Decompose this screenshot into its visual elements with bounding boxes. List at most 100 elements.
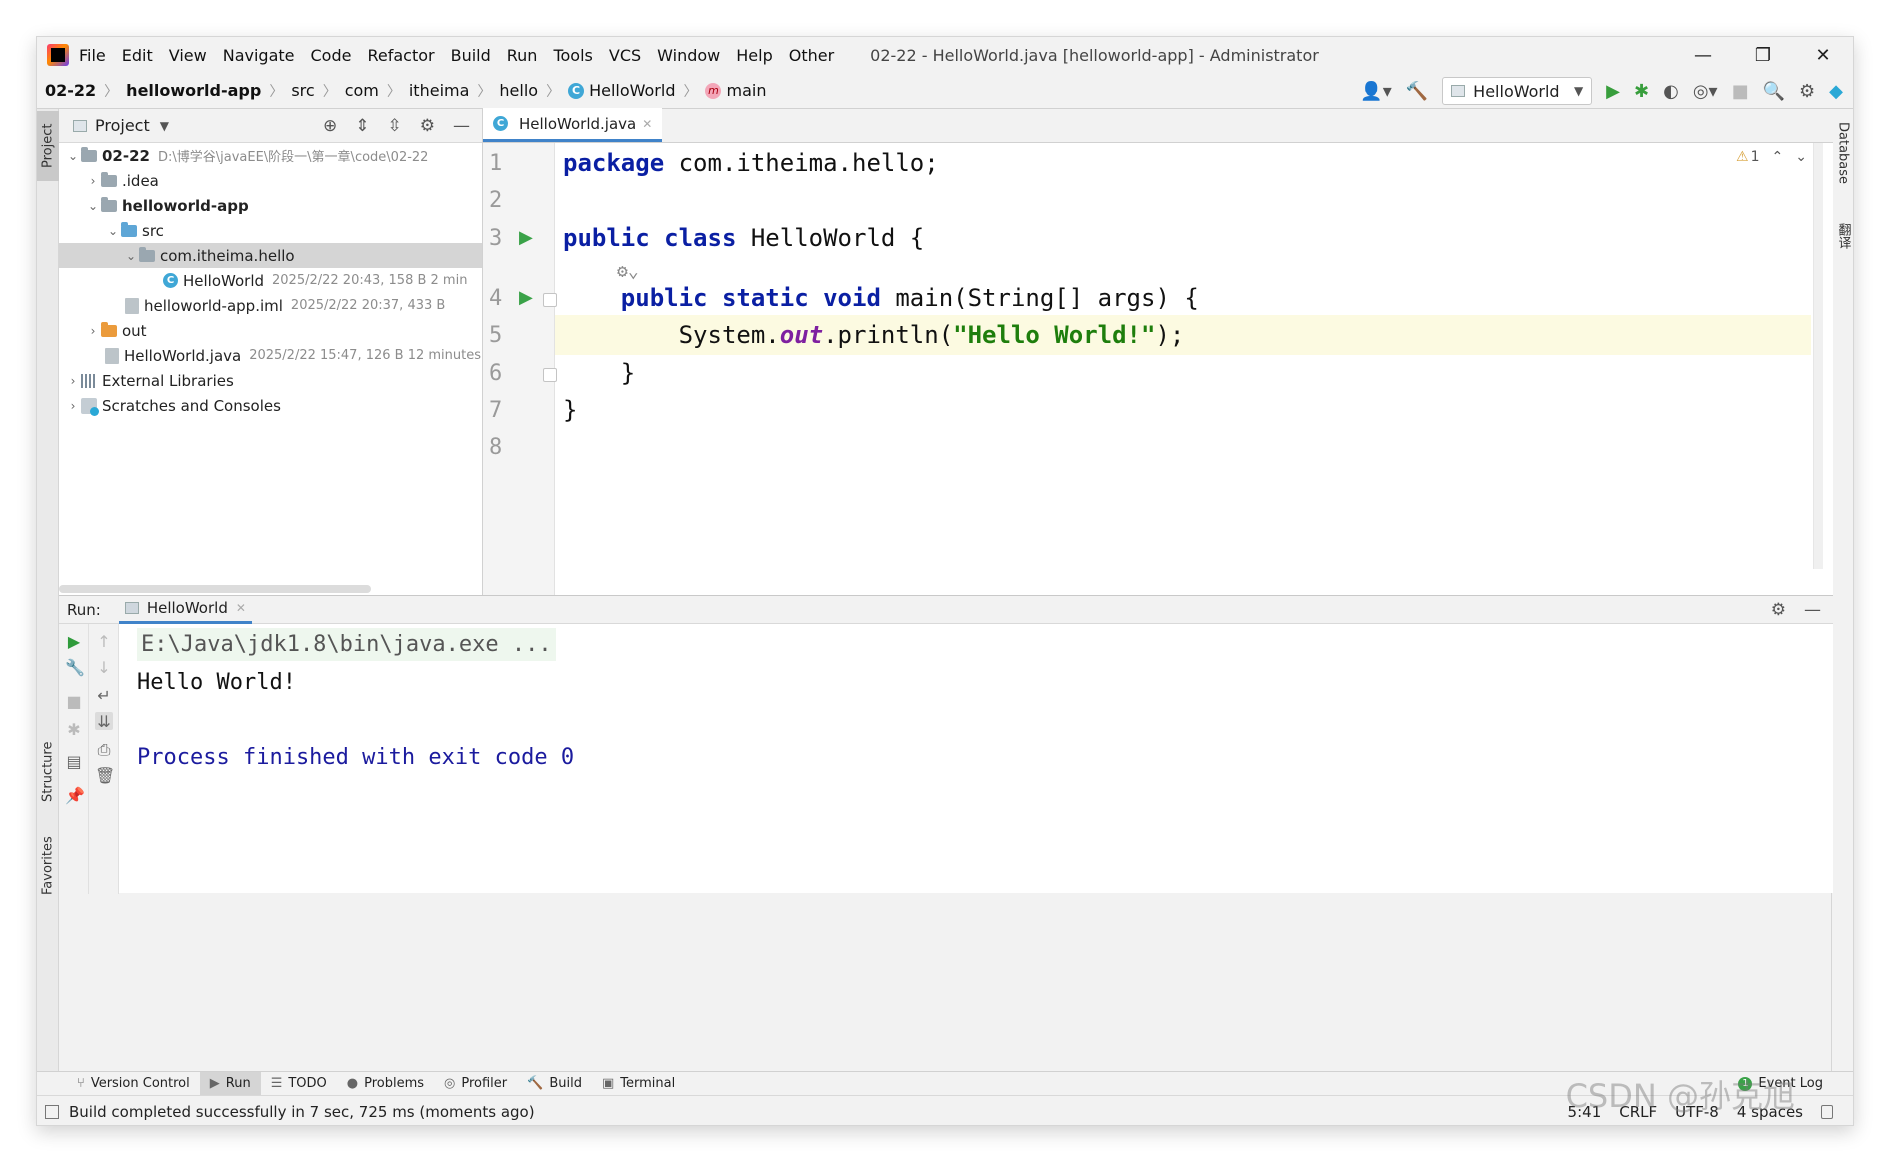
tree-item-java-file[interactable]: HelloWorld.java 2025/2/22 15:47, 126 B 1… xyxy=(59,343,482,368)
chevron-up-icon[interactable]: ⌃ xyxy=(1772,149,1784,165)
profiler-tab[interactable]: ◎ Profiler xyxy=(434,1072,517,1096)
restore-button[interactable]: ❐ xyxy=(1733,37,1793,73)
breadcrumb-module[interactable]: helloworld-app xyxy=(126,81,261,100)
code-area[interactable]: package com.itheima.hello; public class … xyxy=(555,143,1811,595)
menu-navigate[interactable]: Navigate xyxy=(223,46,295,65)
coverage-icon[interactable]: ◐ xyxy=(1663,81,1679,102)
menu-vcs[interactable]: VCS xyxy=(609,46,641,65)
menu-refactor[interactable]: Refactor xyxy=(367,46,434,65)
editor-tab-helloworld[interactable]: C HelloWorld.java ✕ xyxy=(483,108,663,142)
status-toggle-icon[interactable] xyxy=(45,1104,59,1119)
close-tab-icon[interactable]: ✕ xyxy=(236,601,246,615)
menu-build[interactable]: Build xyxy=(451,46,491,65)
run-icon[interactable]: ▶ xyxy=(1606,81,1620,102)
gear-icon[interactable]: ⚙ xyxy=(1771,600,1786,620)
search-icon[interactable]: 🔍 xyxy=(1763,81,1785,102)
scroll-to-end-icon[interactable]: ⇊ xyxy=(95,712,113,731)
collapse-all-icon[interactable]: ⇳ xyxy=(388,116,402,136)
tree-item-package[interactable]: ⌄ com.itheima.hello xyxy=(59,243,482,268)
favorites-tool-tab[interactable]: Favorites xyxy=(37,821,59,911)
menu-edit[interactable]: Edit xyxy=(122,46,153,65)
debug-icon[interactable]: ✱ xyxy=(65,720,83,739)
inspection-widget[interactable]: ⚠ 1 ⌃ ⌄ xyxy=(1736,149,1807,165)
tree-item-idea[interactable]: › .idea xyxy=(59,168,482,193)
trash-icon[interactable]: 🗑 xyxy=(95,766,115,785)
profile-icon[interactable]: ◎▾ xyxy=(1693,81,1718,102)
menu-other[interactable]: Other xyxy=(789,46,834,65)
arrow-down-icon[interactable]: ↓ xyxy=(95,658,113,677)
project-tool-tab[interactable]: Project xyxy=(37,111,59,181)
menu-tools[interactable]: Tools xyxy=(553,46,592,65)
chevron-right-icon[interactable]: › xyxy=(65,374,81,388)
menu-file[interactable]: File xyxy=(79,46,106,65)
tree-item-scratches[interactable]: › Scratches and Consoles xyxy=(59,393,482,418)
tree-item-class[interactable]: C HelloWorld 2025/2/22 20:43, 158 B 2 mi… xyxy=(59,268,482,293)
chevron-right-icon[interactable]: › xyxy=(85,174,101,188)
menu-window[interactable]: Window xyxy=(657,46,720,65)
locate-icon[interactable]: ⊕ xyxy=(323,116,337,136)
chevron-right-icon[interactable]: › xyxy=(65,399,81,413)
tree-item-iml[interactable]: helloworld-app.iml 2025/2/22 20:37, 433 … xyxy=(59,293,482,318)
toolbox-icon[interactable]: ◆ xyxy=(1829,81,1843,102)
close-button[interactable]: ✕ xyxy=(1793,37,1853,73)
tree-item-external-libraries[interactable]: › External Libraries xyxy=(59,368,482,393)
horizontal-scrollbar[interactable] xyxy=(59,585,371,593)
stop-icon[interactable]: ■ xyxy=(65,692,83,711)
chevron-down-icon[interactable]: ⌄ xyxy=(123,249,139,263)
menu-help[interactable]: Help xyxy=(736,46,772,65)
translate-tool-tab[interactable]: 翻译 xyxy=(1832,201,1853,271)
settings-gear-icon[interactable]: ⚙ xyxy=(1799,81,1815,102)
run-main-gutter-icon[interactable]: ▶ xyxy=(519,287,533,308)
vertical-scrollbar[interactable] xyxy=(1813,143,1823,569)
chevron-down-icon[interactable]: ⌄ xyxy=(105,224,121,238)
debug-icon[interactable]: ✱ xyxy=(1634,81,1649,102)
user-icon[interactable]: 👤▾ xyxy=(1360,81,1391,102)
hide-icon[interactable]: — xyxy=(1804,600,1821,620)
close-tab-icon[interactable]: ✕ xyxy=(642,117,652,131)
breadcrumb-project[interactable]: 02-22 xyxy=(45,81,96,100)
breadcrumb-itheima[interactable]: itheima xyxy=(409,81,470,100)
chevron-down-icon[interactable]: ⌄ xyxy=(1795,149,1807,165)
breadcrumb-class[interactable]: C HelloWorld xyxy=(568,81,675,100)
breadcrumb-com[interactable]: com xyxy=(345,81,379,100)
tree-item-src[interactable]: ⌄ src xyxy=(59,218,482,243)
hide-icon[interactable]: — xyxy=(453,116,470,136)
breadcrumb-src[interactable]: src xyxy=(291,81,314,100)
pin-icon[interactable]: 📌 xyxy=(65,786,85,805)
status-message[interactable]: Build completed successfully in 7 sec, 7… xyxy=(69,1103,535,1121)
database-tool-tab[interactable]: Database xyxy=(1832,113,1853,193)
stop-icon[interactable]: ■ xyxy=(1732,81,1749,102)
run-configuration-select[interactable]: HelloWorld ▼ xyxy=(1442,77,1593,105)
chevron-right-icon[interactable]: › xyxy=(85,324,101,338)
menu-run[interactable]: Run xyxy=(507,46,538,65)
lock-icon[interactable] xyxy=(1821,1104,1833,1119)
project-panel-title[interactable]: Project xyxy=(95,116,150,135)
menu-code[interactable]: Code xyxy=(311,46,352,65)
problems-tab[interactable]: ● Problems xyxy=(337,1072,434,1096)
chevron-down-icon[interactable]: ⌄ xyxy=(65,149,81,163)
soft-wrap-icon[interactable]: ↵ xyxy=(95,686,113,705)
run-class-gutter-icon[interactable]: ▶ xyxy=(519,227,533,248)
minimize-button[interactable]: — xyxy=(1673,37,1733,73)
wrench-icon[interactable]: 🔧 xyxy=(65,658,85,677)
build-hammer-icon[interactable]: 🔨 xyxy=(1406,81,1428,102)
tree-item-module[interactable]: ⌄ helloworld-app xyxy=(59,193,482,218)
breadcrumb-hello[interactable]: hello xyxy=(499,81,538,100)
arrow-up-icon[interactable]: ↑ xyxy=(95,632,113,651)
console-output[interactable]: E:\Java\jdk1.8\bin\java.exe ... Hello Wo… xyxy=(119,624,1833,894)
layout-icon[interactable]: ▤ xyxy=(65,752,83,771)
breadcrumb-method[interactable]: m main xyxy=(705,81,766,100)
terminal-tab[interactable]: ▣ Terminal xyxy=(592,1072,685,1096)
run-tab-helloworld[interactable]: HelloWorld ✕ xyxy=(118,596,252,624)
tree-item-out[interactable]: › out xyxy=(59,318,482,343)
chevron-down-icon[interactable]: ▼ xyxy=(160,119,169,133)
rerun-icon[interactable]: ▶ xyxy=(65,632,83,651)
build-tab[interactable]: 🔨 Build xyxy=(517,1072,592,1096)
run-tab[interactable]: ▶ Run xyxy=(199,1071,261,1096)
menu-view[interactable]: View xyxy=(169,46,207,65)
version-control-tab[interactable]: ⑂ Version Control xyxy=(67,1072,200,1096)
gear-icon[interactable]: ⚙ xyxy=(420,116,435,136)
expand-all-icon[interactable]: ⇕ xyxy=(355,116,369,136)
tree-item-root[interactable]: ⌄ 02-22 D:\博学谷\javaEE\阶段一\第一章\code\02-22 xyxy=(59,143,482,168)
todo-tab[interactable]: ☰ TODO xyxy=(261,1072,337,1096)
